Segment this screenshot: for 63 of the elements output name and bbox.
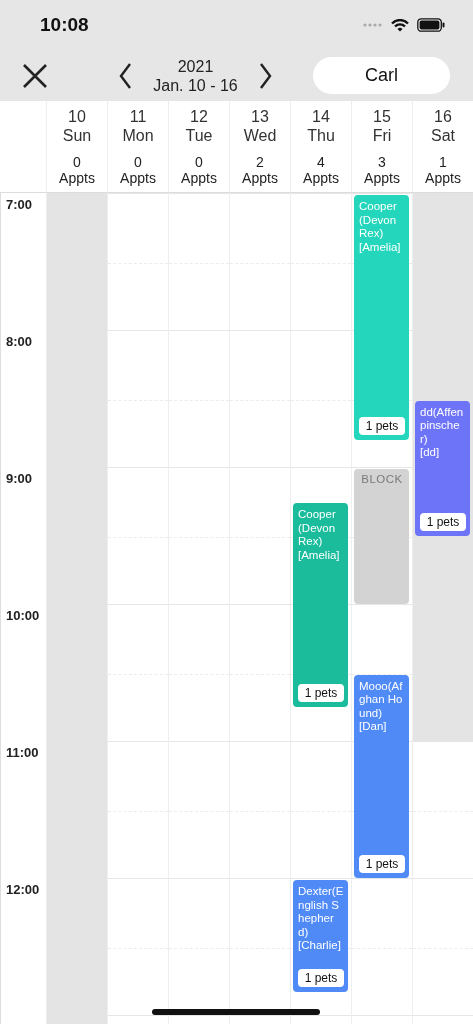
signal-icon xyxy=(363,23,383,27)
appointment-count-label: Appts xyxy=(364,170,400,186)
appointment-count: 0 xyxy=(73,154,81,170)
appointment-count: 4 xyxy=(317,154,325,170)
appointment-count-label: Appts xyxy=(181,170,217,186)
day-date: 14 xyxy=(312,107,330,126)
appointment-count-label: Appts xyxy=(425,170,461,186)
pet-count: 1 pets xyxy=(359,416,405,435)
day-date: 15 xyxy=(373,107,391,126)
week-range: Jan. 10 - 16 xyxy=(153,75,238,95)
appointment-count: 2 xyxy=(256,154,264,170)
battery-icon xyxy=(417,18,445,32)
hour-label: 7:00 xyxy=(6,197,33,212)
owner-name: [Amelia] xyxy=(359,240,402,254)
day-name: Thu xyxy=(307,126,335,145)
pet-name: Dexter(English Shepherd) xyxy=(298,885,344,939)
day-date: 13 xyxy=(251,107,269,126)
pet-count: 1 pets xyxy=(359,855,405,873)
day-name: Mon xyxy=(122,126,154,145)
pet-name: Mooo(Afghan Hound) xyxy=(359,679,404,720)
pet-name: dd(Affenpinscher) xyxy=(420,405,465,446)
appointment-count-label: Appts xyxy=(59,170,95,186)
status-time: 10:08 xyxy=(40,14,90,36)
appointment-count-label: Appts xyxy=(303,170,339,186)
day-date: 16 xyxy=(434,107,452,126)
staff-selector[interactable]: Carl xyxy=(313,57,450,94)
day-name: Tue xyxy=(185,126,213,145)
hour-label: 12:00 xyxy=(6,882,40,897)
hour-label: 8:00 xyxy=(6,334,33,349)
day-date: 11 xyxy=(129,107,147,126)
pet-count: 1 pets xyxy=(420,512,466,531)
appointment-count: 1 xyxy=(439,154,447,170)
pet-name: Cooper(Devon Rex) xyxy=(298,508,337,549)
appointment-card[interactable]: Cooper(Devon Rex) [Amelia] 1 pets xyxy=(293,503,348,707)
day-name: Wed xyxy=(243,126,277,145)
appointment-card[interactable]: Mooo(Afghan Hound) [Dan] 1 pets xyxy=(354,674,409,878)
day-name: Sun xyxy=(62,126,92,145)
day-date: 10 xyxy=(68,107,86,126)
owner-name: [dd] xyxy=(420,446,441,460)
wifi-icon xyxy=(391,18,409,32)
pet-name: Cooper(Devon Rex) xyxy=(359,200,398,241)
hour-label: 10:00 xyxy=(6,608,40,623)
day-name: Fri xyxy=(372,126,392,145)
year-label: 2021 xyxy=(177,56,214,76)
owner-name: [Amelia] xyxy=(298,548,341,563)
appointment-card[interactable]: Dexter(English Shepherd) [Charlie] 1 pets xyxy=(293,880,348,992)
appointment-count-label: Appts xyxy=(120,170,156,186)
hour-label: 11:00 xyxy=(6,745,39,760)
pet-count: 1 pets xyxy=(298,968,344,987)
owner-name: [Charlie] xyxy=(298,939,342,953)
hour-label: 9:00 xyxy=(6,471,33,486)
block-label: BLOCK xyxy=(361,473,403,487)
appointment-card[interactable]: Cooper(Devon Rex) [Amelia] 1 pets xyxy=(354,195,409,440)
owner-name: [Dan] xyxy=(359,720,388,734)
appointment-card[interactable]: dd(Affenpinscher) [dd] 1 pets xyxy=(415,400,470,536)
close-button[interactable] xyxy=(22,62,48,89)
appointment-count: 0 xyxy=(134,154,142,170)
day-date: 12 xyxy=(190,107,208,126)
appointment-count-label: Appts xyxy=(242,170,278,186)
appointment-count: 0 xyxy=(195,154,203,170)
appointment-count: 3 xyxy=(378,154,386,170)
day-name: Sat xyxy=(431,126,455,145)
pet-count: 1 pets xyxy=(298,683,344,702)
